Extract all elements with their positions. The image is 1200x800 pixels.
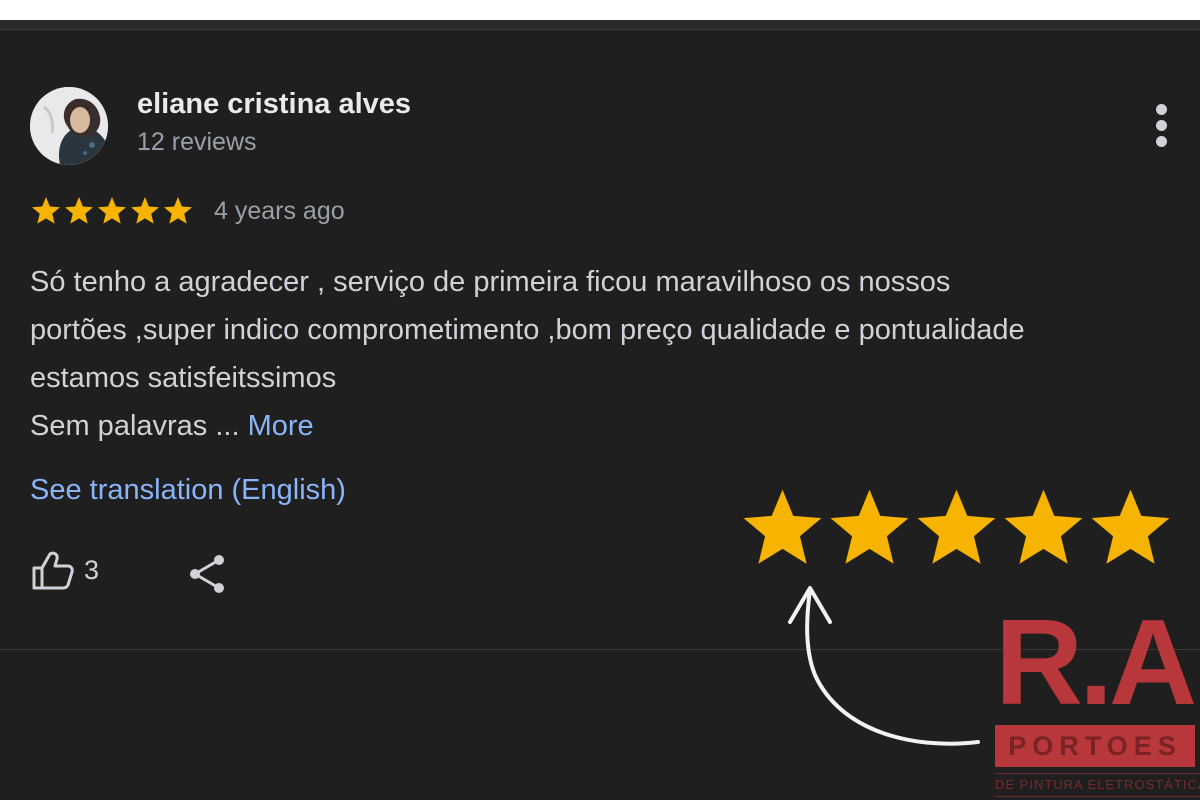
ra-portoes-logo: R.A PORTOES DE PINTURA ELETROSTÁTICA [995, 601, 1200, 800]
star-icon [131, 197, 159, 224]
star-icon [1004, 489, 1083, 564]
rating-row: 4 years ago [30, 193, 345, 229]
logo-tagline: DE PINTURA ELETROSTÁTICA [995, 773, 1200, 797]
star-rating [30, 195, 194, 227]
big-star-rating [738, 484, 1173, 573]
review-text: Só tenho a agradecer , serviço de primei… [30, 258, 1195, 450]
star-icon [98, 197, 126, 224]
like-count: 3 [84, 554, 100, 585]
review-text-line: Sem palavras ... More [30, 402, 1195, 450]
review-date: 4 years ago [214, 196, 345, 225]
review-text-line: estamos satisfeitssimos [30, 362, 337, 394]
logo-letters: R.A [995, 594, 1197, 730]
review-text-truncated: Sem palavras ... [30, 410, 248, 442]
top-border [0, 20, 1200, 30]
more-link[interactable]: More [248, 410, 314, 442]
star-icon [743, 489, 822, 564]
like-button[interactable]: 3 [30, 550, 99, 590]
star-icon [1091, 489, 1170, 564]
more-vert-icon [1156, 104, 1167, 115]
share-icon [190, 555, 224, 593]
star-icon [164, 197, 192, 224]
logo-bar: PORTOES [995, 725, 1195, 767]
review-count[interactable]: 12 reviews [137, 128, 257, 157]
see-translation-link[interactable]: See translation (English) [30, 474, 346, 507]
avatar[interactable] [30, 87, 108, 165]
star-icon [65, 197, 93, 224]
top-white-strip [0, 0, 1200, 20]
more-options-button[interactable] [1148, 102, 1176, 150]
curved-arrow [788, 586, 980, 746]
star-icon [917, 489, 996, 564]
review-text-line: portões ,super indico comprometimento ,b… [30, 314, 1025, 346]
star-icon [32, 197, 60, 224]
review-text-line: Só tenho a agradecer , serviço de primei… [30, 266, 951, 298]
thumb-up-icon [32, 551, 74, 590]
share-button[interactable] [186, 552, 230, 601]
reviewer-name[interactable]: eliane cristina alves [137, 88, 411, 121]
star-icon [830, 489, 909, 564]
